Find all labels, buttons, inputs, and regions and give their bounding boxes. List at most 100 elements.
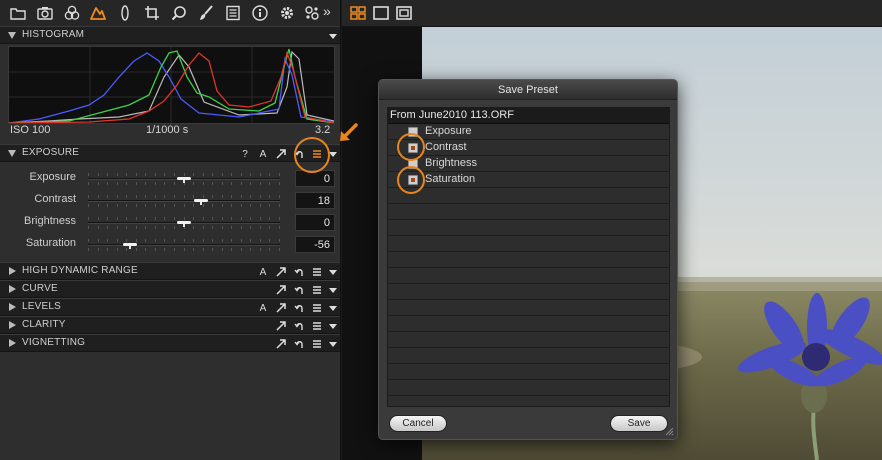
- gear-icon[interactable]: [278, 4, 296, 22]
- tool-header-icons: [275, 318, 337, 334]
- empty-list-row: [388, 220, 669, 236]
- slider-value-field[interactable]: 18: [295, 192, 335, 209]
- expand-triangle-icon[interactable]: [9, 267, 16, 275]
- presets-menu-icon[interactable]: [311, 337, 323, 351]
- empty-list-row: [388, 284, 669, 300]
- pointer-arrow-icon: [340, 123, 358, 141]
- grid-view-icon[interactable]: [349, 4, 367, 22]
- preset-item-saturation[interactable]: Saturation: [388, 172, 669, 188]
- cancel-button[interactable]: Cancel: [389, 415, 447, 432]
- expand-triangle-icon[interactable]: [9, 321, 16, 329]
- copy-apply-icon[interactable]: [275, 265, 287, 279]
- reset-icon[interactable]: [293, 337, 305, 351]
- more-tools-button[interactable]: »: [323, 3, 331, 19]
- preset-item-label: Exposure: [425, 125, 472, 137]
- chevron-down-icon[interactable]: [329, 151, 337, 157]
- single-view-icon[interactable]: [372, 4, 390, 22]
- tool-title: CLARITY: [22, 319, 66, 330]
- reset-icon[interactable]: [293, 265, 305, 279]
- save-preset-dialog: Save Preset From June2010 113.ORF Exposu…: [378, 79, 678, 440]
- slider-thumb[interactable]: [177, 221, 191, 227]
- presets-menu-icon[interactable]: [311, 301, 323, 315]
- copy-apply-icon[interactable]: [275, 337, 287, 351]
- slider-row-brightness: Brightness 0: [0, 212, 340, 234]
- slider-track[interactable]: [88, 177, 280, 183]
- adjustments-icon[interactable]: [303, 4, 321, 22]
- preset-item-brightness[interactable]: Brightness: [388, 156, 669, 172]
- expand-triangle-icon[interactable]: [9, 339, 16, 347]
- resize-grip-icon[interactable]: [665, 427, 674, 436]
- tool-title: HIGH DYNAMIC RANGE: [22, 265, 138, 276]
- help-icon[interactable]: ?: [239, 147, 251, 161]
- tool-header-vignetting[interactable]: VIGNETTING: [0, 334, 340, 352]
- copy-apply-icon[interactable]: [275, 283, 287, 297]
- empty-list-row: [388, 316, 669, 332]
- brush-icon[interactable]: [197, 4, 215, 22]
- auto-adjust-icon[interactable]: A: [257, 265, 269, 279]
- tool-header-curve[interactable]: CURVE: [0, 280, 340, 298]
- presets-menu-icon[interactable]: [311, 265, 323, 279]
- slider-thumb[interactable]: [123, 243, 137, 249]
- metadata-icon[interactable]: [224, 4, 242, 22]
- chevron-down-icon[interactable]: [329, 323, 337, 329]
- slider-track[interactable]: [88, 243, 280, 249]
- auto-adjust-icon[interactable]: A: [257, 301, 269, 315]
- slider-value-field[interactable]: 0: [295, 214, 335, 231]
- slider-label: Saturation: [25, 237, 76, 249]
- chevron-down-icon[interactable]: [329, 305, 337, 311]
- collapse-triangle-icon[interactable]: [8, 150, 16, 157]
- preset-item-contrast[interactable]: Contrast: [388, 140, 669, 156]
- save-button[interactable]: Save: [610, 415, 668, 432]
- slider-thumb[interactable]: [177, 177, 191, 183]
- magnifier-icon[interactable]: [170, 4, 188, 22]
- presets-highlight-circle: [294, 137, 330, 173]
- collapse-triangle-icon[interactable]: [8, 32, 16, 39]
- slider-thumb[interactable]: [194, 199, 208, 205]
- preset-item-exposure[interactable]: Exposure: [388, 124, 669, 140]
- presets-menu-icon[interactable]: [311, 283, 323, 297]
- crop-icon[interactable]: [143, 4, 161, 22]
- tool-header-icons: [275, 282, 337, 298]
- chevron-down-icon[interactable]: [329, 33, 337, 39]
- tool-header-icons: A: [257, 264, 337, 280]
- preset-item-label: Saturation: [425, 173, 476, 185]
- histogram-header[interactable]: HISTOGRAM: [0, 26, 340, 44]
- chevron-down-icon[interactable]: [329, 287, 337, 293]
- reset-icon[interactable]: [293, 283, 305, 297]
- source-file-name: From June2010 113.ORF: [390, 109, 514, 121]
- copy-apply-icon[interactable]: [275, 301, 287, 315]
- exposure-triangle-icon[interactable]: [89, 4, 107, 22]
- empty-list-row: [388, 364, 669, 380]
- empty-list-row: [388, 348, 669, 364]
- presets-menu-icon[interactable]: [311, 319, 323, 333]
- exposure-header[interactable]: EXPOSURE ? A: [0, 144, 340, 162]
- tool-title: CURVE: [22, 283, 58, 294]
- fit-view-icon[interactable]: [395, 4, 413, 22]
- chevron-down-icon[interactable]: [329, 269, 337, 275]
- camera-icon[interactable]: [36, 4, 54, 22]
- expand-triangle-icon[interactable]: [9, 303, 16, 311]
- auto-adjust-icon[interactable]: A: [257, 147, 269, 161]
- tool-header-clarity[interactable]: CLARITY: [0, 316, 340, 334]
- tool-header-levels[interactable]: LEVELS A: [0, 298, 340, 316]
- dialog-titlebar[interactable]: Save Preset: [379, 80, 677, 100]
- preset-item-label: Contrast: [425, 141, 467, 153]
- viewer-toolbar: [342, 0, 882, 27]
- slider-row-saturation: Saturation -56: [0, 234, 340, 256]
- tool-header-high-dynamic-range[interactable]: HIGH DYNAMIC RANGE A: [0, 262, 340, 280]
- histogram-plot: [9, 47, 334, 123]
- info-icon[interactable]: [251, 4, 269, 22]
- slider-track[interactable]: [88, 199, 280, 205]
- exposure-title: EXPOSURE: [22, 147, 80, 158]
- lens-icon[interactable]: [116, 4, 134, 22]
- copy-apply-icon[interactable]: [275, 147, 287, 161]
- color-circles-icon[interactable]: [63, 4, 81, 22]
- expand-triangle-icon[interactable]: [9, 285, 16, 293]
- chevron-down-icon[interactable]: [329, 341, 337, 347]
- folder-icon[interactable]: [9, 4, 27, 22]
- slider-track[interactable]: [88, 221, 280, 227]
- reset-icon[interactable]: [293, 301, 305, 315]
- reset-icon[interactable]: [293, 319, 305, 333]
- copy-apply-icon[interactable]: [275, 319, 287, 333]
- slider-value-field[interactable]: -56: [295, 236, 335, 253]
